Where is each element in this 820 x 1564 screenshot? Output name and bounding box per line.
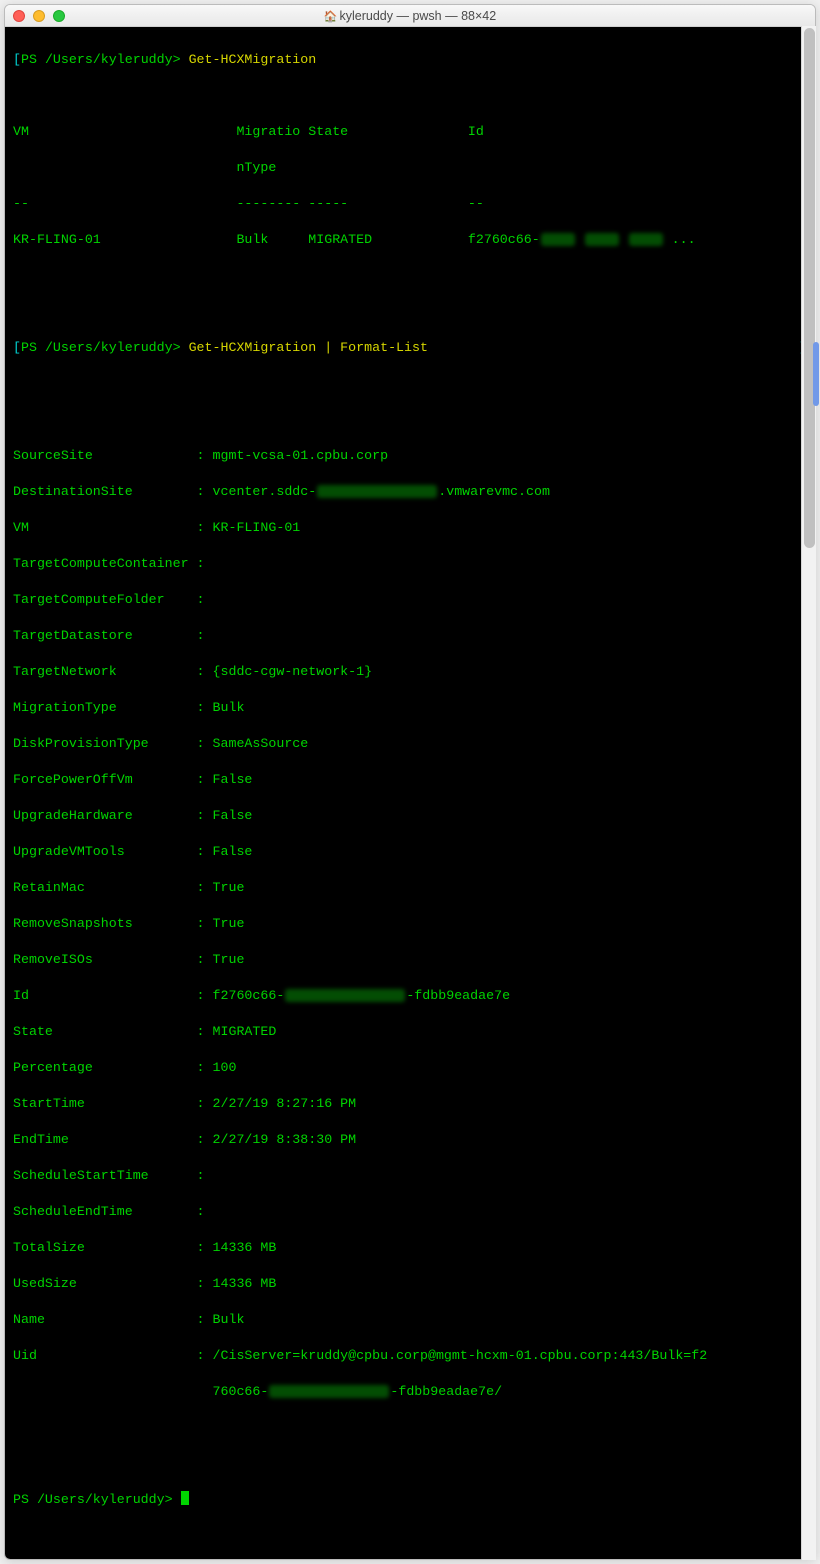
minimize-icon[interactable] [33, 10, 45, 22]
table-header: VM Migratio State Id [13, 123, 807, 141]
list-item: Name : Bulk [13, 1311, 807, 1329]
list-item: State : MIGRATED [13, 1023, 807, 1041]
prompt-line-1: [PS /Users/kyleruddy> Get-HCXMigration [13, 51, 807, 69]
window-title: 🏠kyleruddy — pwsh — 88×42 [5, 9, 815, 23]
list-item: ForcePowerOffVm : False [13, 771, 807, 789]
command-2: Get-HCXMigration | Format-List [189, 340, 428, 355]
list-item: EndTime : 2/27/19 8:38:30 PM [13, 1131, 807, 1149]
list-item: Uid : /CisServer=kruddy@cpbu.corp@mgmt-h… [13, 1347, 807, 1365]
list-item: UsedSize : 14336 MB [13, 1275, 807, 1293]
prompt-line-2: [PS /Users/kyleruddy> Get-HCXMigration |… [13, 339, 807, 357]
list-item: RetainMac : True [13, 879, 807, 897]
cursor [181, 1491, 189, 1505]
list-item: ScheduleStartTime : [13, 1167, 807, 1185]
list-item: TargetDatastore : [13, 627, 807, 645]
table-separator: -- -------- ----- -- [13, 195, 807, 213]
external-scrollbar-thumb[interactable] [813, 342, 819, 406]
list-item: Percentage : 100 [13, 1059, 807, 1077]
list-item: ScheduleEndTime : [13, 1203, 807, 1221]
terminal-window: 🏠kyleruddy — pwsh — 88×42 [PS /Users/kyl… [4, 4, 816, 1560]
window-controls [13, 10, 65, 22]
list-item: Id : f2760c66--fdbb9eadae7e [13, 987, 807, 1005]
list-item: TotalSize : 14336 MB [13, 1239, 807, 1257]
list-item: UpgradeVMTools : False [13, 843, 807, 861]
list-item: DiskProvisionType : SameAsSource [13, 735, 807, 753]
list-item-cont: 760c66--fdbb9eadae7e/ [13, 1383, 807, 1401]
scrollbar[interactable] [801, 26, 816, 1560]
scrollbar-thumb[interactable] [804, 28, 815, 548]
terminal-body[interactable]: [PS /Users/kyleruddy> Get-HCXMigration V… [5, 27, 815, 1559]
list-item: RemoveSnapshots : True [13, 915, 807, 933]
zoom-icon[interactable] [53, 10, 65, 22]
list-item: StartTime : 2/27/19 8:27:16 PM [13, 1095, 807, 1113]
list-item: MigrationType : Bulk [13, 699, 807, 717]
close-icon[interactable] [13, 10, 25, 22]
list-item: TargetNetwork : {sddc-cgw-network-1} [13, 663, 807, 681]
list-item: DestinationSite : vcenter.sddc-.vmwarevm… [13, 483, 807, 501]
list-item: SourceSite : mgmt-vcsa-01.cpbu.corp [13, 447, 807, 465]
list-item: RemoveISOs : True [13, 951, 807, 969]
titlebar[interactable]: 🏠kyleruddy — pwsh — 88×42 [5, 5, 815, 27]
home-icon: 🏠 [324, 11, 338, 23]
list-item: UpgradeHardware : False [13, 807, 807, 825]
list-item: TargetComputeContainer : [13, 555, 807, 573]
prompt-line-3: PS /Users/kyleruddy> [13, 1491, 807, 1509]
table-row: KR-FLING-01 Bulk MIGRATED f2760c66- ... [13, 231, 807, 249]
list-item: VM : KR-FLING-01 [13, 519, 807, 537]
command-1: Get-HCXMigration [189, 52, 317, 67]
list-item: TargetComputeFolder : [13, 591, 807, 609]
